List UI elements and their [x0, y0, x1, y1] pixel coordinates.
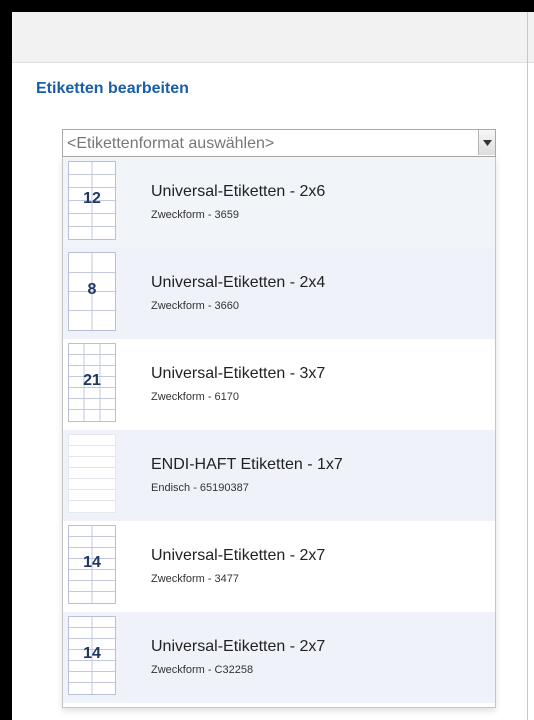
dropdown-option[interactable]: 8 Universal-Etiketten - 2x4 Zweckform - … — [63, 248, 495, 339]
dropdown-option[interactable]: 14 Universal-Etiketten - 2x7 Zweckform -… — [63, 612, 495, 703]
option-subtitle: Zweckform - 3660 — [151, 300, 240, 312]
label-sheet-icon — [68, 434, 116, 513]
option-title: Universal-Etiketten - 2x7 — [151, 547, 326, 564]
option-subtitle: Zweckform - C32258 — [151, 664, 254, 676]
label-format-select[interactable]: <Etikettenformat auswählen> — [62, 129, 496, 157]
option-subtitle: Endisch - 65190387 — [151, 482, 249, 494]
label-editor-panel: Etiketten bearbeiten <Etikettenformat au… — [12, 12, 534, 720]
option-subtitle: Zweckform - 3659 — [151, 209, 240, 221]
chevron-down-icon[interactable] — [478, 130, 495, 155]
label-sheet-icon: 21 — [68, 343, 116, 422]
label-sheet-icon: 14 — [68, 616, 116, 695]
label-count: 14 — [83, 554, 101, 571]
dropdown-option[interactable]: ENDI-HAFT Etiketten - 1x7 Endisch - 6519… — [63, 430, 495, 521]
label-count: 21 — [83, 372, 101, 389]
dropdown-option[interactable]: 12 Universal-Etiketten - 2x6 Zweckform -… — [63, 157, 495, 248]
label-count: 14 — [83, 645, 101, 662]
option-title: Universal-Etiketten - 2x7 — [151, 638, 326, 655]
label-format-dropdown: 12 Universal-Etiketten - 2x6 Zweckform -… — [62, 157, 496, 708]
label-format-select-text: <Etikettenformat auswählen> — [67, 135, 275, 152]
dropdown-option[interactable]: 21 Universal-Etiketten - 3x7 Zweckform -… — [63, 339, 495, 430]
label-sheet-icon: 12 — [68, 161, 116, 240]
page-title: Etiketten bearbeiten — [36, 80, 189, 97]
label-sheet-icon: 14 — [68, 525, 116, 604]
label-count: 12 — [83, 190, 101, 207]
option-title: Universal-Etiketten - 3x7 — [151, 365, 326, 382]
option-title: Universal-Etiketten - 2x6 — [151, 183, 326, 200]
label-count: 8 — [87, 281, 97, 298]
option-title: ENDI-HAFT Etiketten - 1x7 — [151, 456, 343, 473]
option-subtitle: Zweckform - 3477 — [151, 573, 240, 585]
top-bar — [12, 12, 534, 63]
dropdown-option[interactable]: 14 Universal-Etiketten - 2x7 Zweckform -… — [63, 521, 495, 612]
option-subtitle: Zweckform - 6170 — [151, 391, 240, 403]
option-title: Universal-Etiketten - 2x4 — [151, 274, 326, 291]
panel-divider — [527, 12, 528, 720]
label-sheet-icon: 8 — [68, 252, 116, 331]
